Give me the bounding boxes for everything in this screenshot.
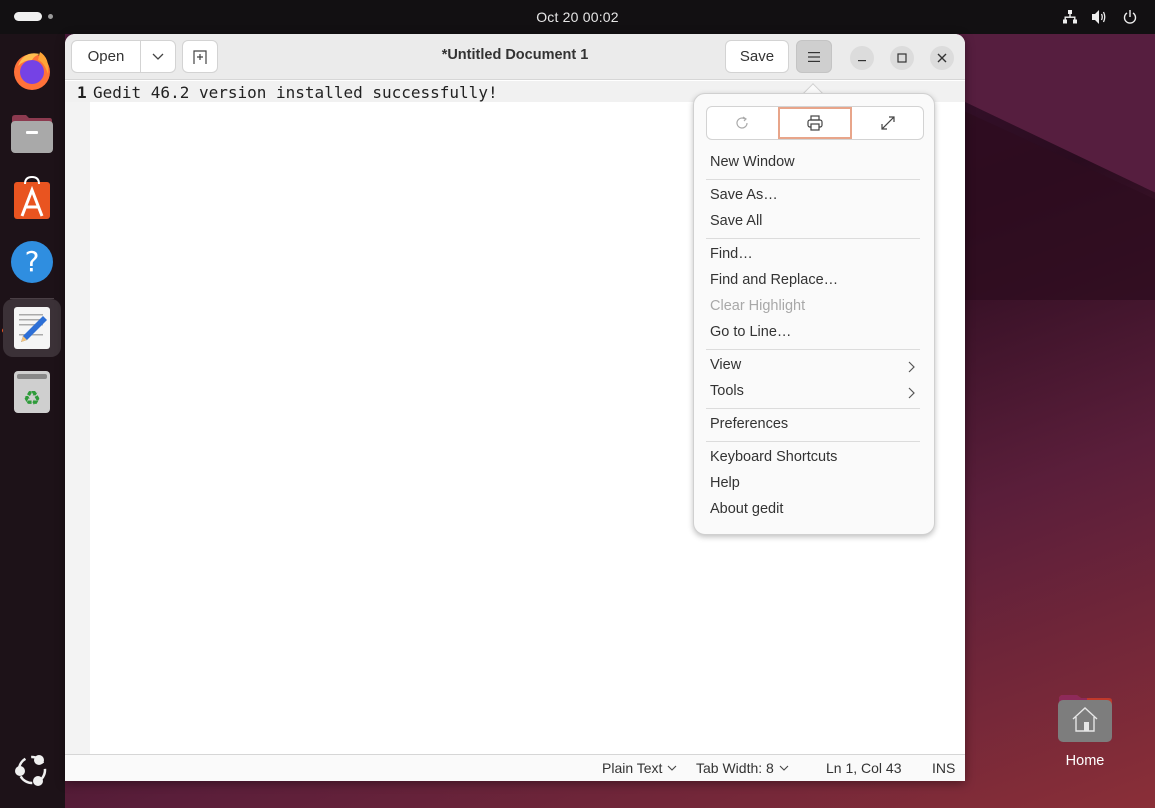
menu-separator: [706, 349, 920, 350]
menu-item-go-to-line[interactable]: Go to Line…: [710, 324, 791, 340]
main-menu-popover: New Window Save As… Save All Find… Find …: [693, 93, 935, 535]
reload-icon: [736, 116, 748, 129]
chevron-down-icon: [668, 765, 677, 771]
menu-item-view-label: View: [710, 357, 742, 373]
close-icon: [937, 53, 947, 63]
new-tab-button[interactable]: [182, 40, 218, 73]
minimize-icon: [858, 60, 866, 62]
menu-item-find-replace[interactable]: Find and Replace…: [710, 272, 838, 288]
chevron-right-icon: [908, 361, 915, 373]
menu-separator: [706, 408, 920, 409]
hamburger-icon: [808, 51, 820, 62]
menu-item-help[interactable]: Help: [710, 475, 740, 491]
menu-item-preferences[interactable]: Preferences: [710, 416, 788, 432]
workspace-indicator-active: [14, 12, 42, 21]
minimize-button[interactable]: [850, 46, 874, 70]
firefox-icon: [14, 52, 50, 90]
network-icon[interactable]: [1061, 8, 1079, 26]
menu-item-tools[interactable]: Tools: [694, 383, 936, 403]
open-button-group: Open: [71, 40, 176, 73]
save-button[interactable]: Save: [725, 40, 789, 73]
dock-item-help[interactable]: ?: [8, 238, 56, 286]
print-button[interactable]: [777, 107, 853, 139]
trash-icon: ♻: [14, 371, 50, 413]
line-number: 1: [77, 83, 87, 102]
header-bar: Open *Untitled Document 1 Save: [65, 34, 965, 80]
insert-mode: INS: [932, 760, 955, 776]
menu-item-keyboard-shortcuts[interactable]: Keyboard Shortcuts: [710, 449, 837, 465]
maximize-icon: [897, 53, 907, 63]
chevron-down-icon: [152, 53, 164, 60]
show-apps-button[interactable]: [8, 746, 56, 794]
cursor-position[interactable]: Ln 1, Col 43: [826, 760, 902, 776]
dock: ? ♻: [0, 34, 65, 808]
chevron-right-icon: [908, 387, 915, 399]
dock-item-files[interactable]: [8, 110, 56, 158]
svg-text:?: ?: [25, 245, 40, 278]
help-icon: ?: [11, 241, 53, 283]
menu-separator: [706, 179, 920, 180]
menu-item-save-all[interactable]: Save All: [710, 213, 762, 229]
volume-icon[interactable]: [1091, 8, 1109, 26]
workspace-indicator: [48, 14, 53, 19]
home-folder-icon: [1058, 695, 1112, 742]
tab-width-label: Tab Width: 8: [696, 760, 774, 776]
menu-item-tools-label: Tools: [710, 383, 744, 399]
desktop-home-label: Home: [1065, 753, 1105, 769]
tab-width-selector[interactable]: Tab Width: 8: [696, 760, 789, 776]
menu-item-clear-highlight: Clear Highlight: [710, 298, 806, 314]
status-bar: Plain Text Tab Width: 8 Ln 1, Col 43 INS: [65, 754, 965, 781]
menu-item-view[interactable]: View: [694, 357, 936, 377]
menu-item-about[interactable]: About gedit: [710, 501, 783, 517]
open-button[interactable]: Open: [72, 41, 141, 72]
menu-icon-row: [706, 106, 924, 140]
system-tray[interactable]: [1061, 8, 1139, 26]
files-icon: [11, 115, 53, 153]
cursor-position-label: Ln 1, Col 43: [826, 760, 902, 776]
line-text[interactable]: Gedit 46.2 version installed successfull…: [93, 83, 498, 102]
clock[interactable]: Oct 20 00:02: [536, 9, 619, 25]
power-icon[interactable]: [1121, 8, 1139, 26]
activities-button[interactable]: [14, 12, 53, 21]
top-bar: Oct 20 00:02: [0, 0, 1155, 34]
svg-text:♻: ♻: [23, 386, 41, 410]
fullscreen-button[interactable]: [852, 107, 923, 139]
dock-item-trash[interactable]: ♻: [8, 368, 56, 416]
language-selector[interactable]: Plain Text: [602, 760, 677, 776]
text-editor-icon: [14, 307, 50, 349]
reload-button[interactable]: [707, 107, 778, 139]
chevron-down-icon: [779, 765, 789, 771]
app-center-icon: [14, 176, 50, 219]
close-button[interactable]: [930, 46, 954, 70]
open-recent-button[interactable]: [141, 41, 175, 72]
menu-item-find[interactable]: Find…: [710, 246, 753, 262]
menu-separator: [706, 238, 920, 239]
print-icon: [807, 115, 823, 131]
language-label: Plain Text: [602, 760, 663, 776]
fullscreen-icon: [881, 116, 895, 130]
menu-item-new-window[interactable]: New Window: [710, 154, 795, 170]
insert-mode-label: INS: [932, 760, 956, 776]
desktop-home-folder[interactable]: [1057, 695, 1113, 743]
dock-item-firefox[interactable]: [8, 46, 56, 94]
menu-item-save-as[interactable]: Save As…: [710, 187, 778, 203]
dock-item-text-editor[interactable]: [3, 299, 61, 357]
main-menu-button[interactable]: [796, 40, 832, 73]
menu-separator: [706, 441, 920, 442]
dock-item-app-center[interactable]: [8, 174, 56, 222]
line-number-gutter: [65, 81, 90, 754]
maximize-button[interactable]: [890, 46, 914, 70]
new-tab-icon: [193, 49, 207, 64]
ubuntu-logo-icon: [15, 755, 47, 786]
